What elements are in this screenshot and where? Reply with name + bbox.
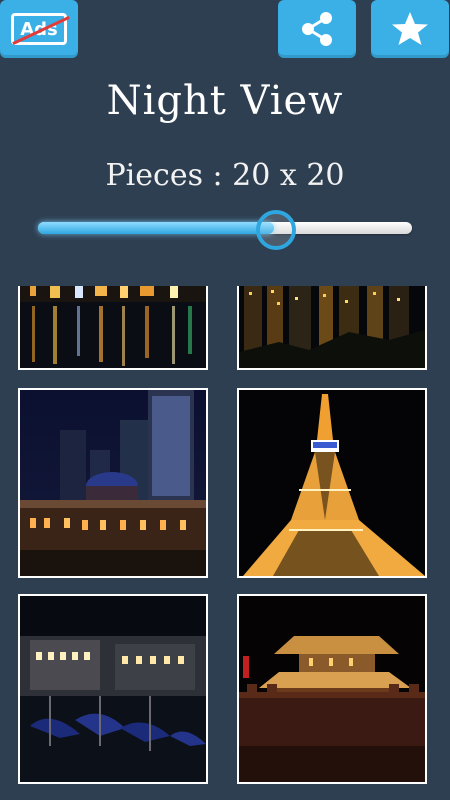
image-tile-canal[interactable]	[18, 594, 208, 784]
share-button[interactable]	[278, 0, 356, 58]
pieces-label: Pieces : 20 x 20	[105, 158, 345, 193]
favorite-button[interactable]	[371, 0, 449, 58]
puzzle-set-title: Night View	[106, 78, 344, 124]
remove-ads-button[interactable]: Ads	[0, 0, 78, 58]
puzzle-image-grid[interactable]	[0, 286, 450, 800]
image-tile-tower[interactable]	[237, 388, 427, 578]
slider-thumb[interactable]	[256, 210, 296, 250]
image-tile-station[interactable]	[18, 388, 208, 578]
slider-fill	[38, 222, 274, 234]
image-tile-skyscrapers[interactable]	[237, 286, 427, 370]
star-icon	[392, 12, 428, 45]
no-ads-icon: Ads	[11, 13, 70, 45]
image-tile-harbor[interactable]	[18, 286, 208, 370]
pieces-slider[interactable]	[38, 210, 412, 250]
share-icon	[302, 12, 332, 46]
image-tile-city-wall[interactable]	[237, 594, 427, 784]
